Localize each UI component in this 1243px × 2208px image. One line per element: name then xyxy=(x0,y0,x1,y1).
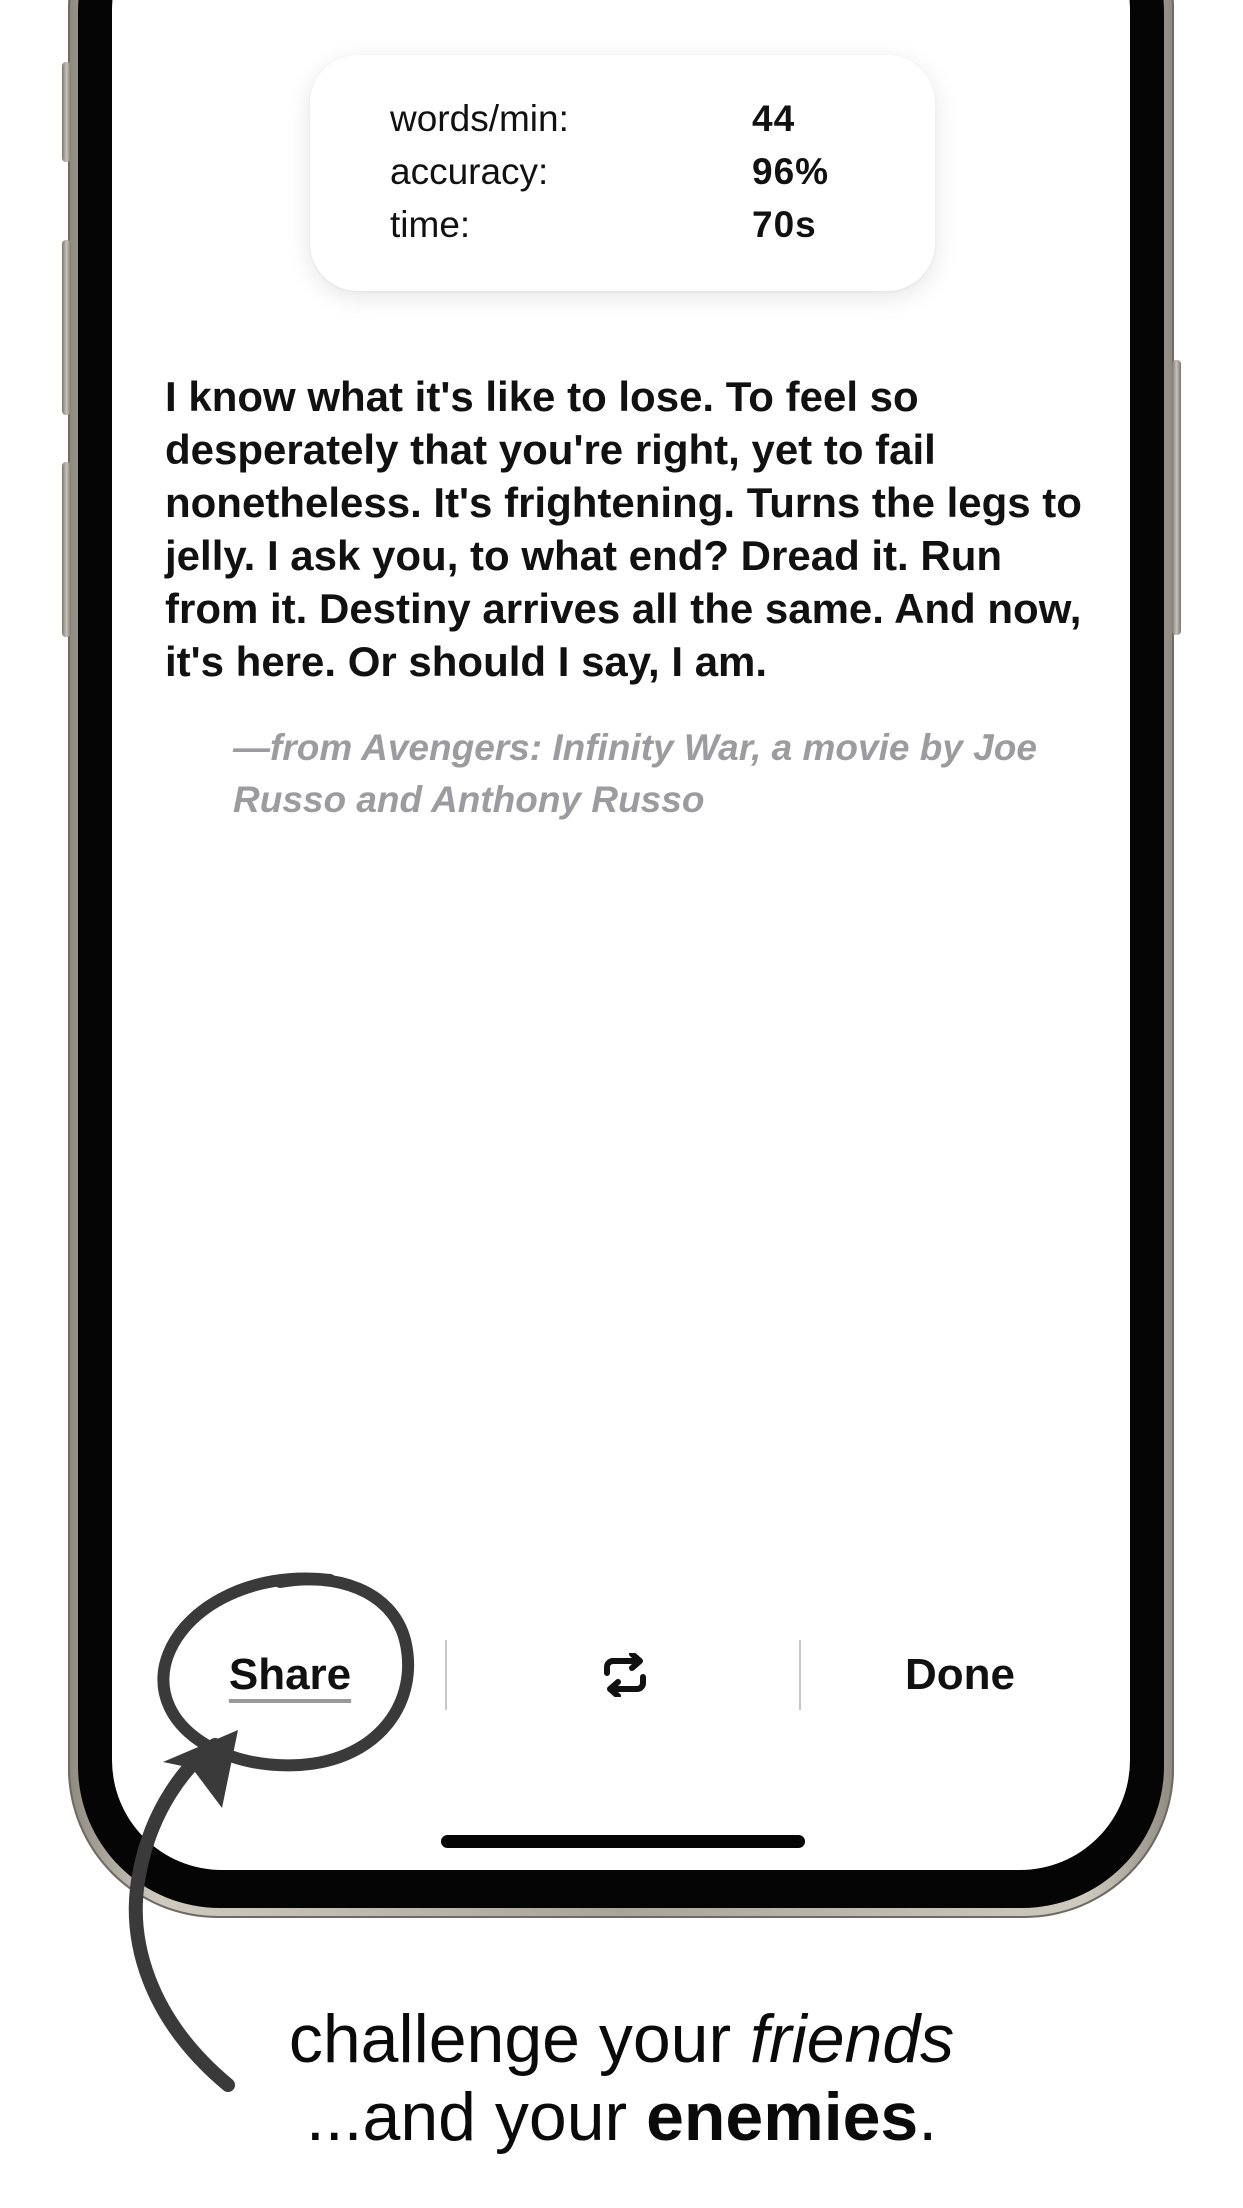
caption-text: ...and your xyxy=(305,2079,647,2155)
share-button[interactable]: Share xyxy=(185,1640,395,1710)
caption-line-1: challenge your friends xyxy=(0,2000,1243,2078)
stat-value: 96% xyxy=(752,151,830,192)
caption-line-2: ...and your enemies. xyxy=(0,2078,1243,2156)
done-button-label: Done xyxy=(905,1650,1015,1699)
stat-row-wpm: words/min: 44 xyxy=(390,93,870,145)
done-button[interactable]: Done xyxy=(870,1640,1050,1710)
caption-text: challenge your xyxy=(288,2001,751,2077)
quote-text: I know what it's like to lose. To feel s… xyxy=(165,373,1082,685)
action-button xyxy=(62,62,71,162)
repeat-icon xyxy=(604,1651,646,1699)
toolbar-divider xyxy=(445,1640,447,1710)
home-indicator xyxy=(441,1835,805,1848)
toolbar-divider xyxy=(799,1640,801,1710)
power-button xyxy=(1172,360,1181,635)
stat-row-accuracy: accuracy: 96% xyxy=(390,146,870,198)
caption-emphasis: friends xyxy=(750,2001,955,2077)
caption-strong: enemies xyxy=(646,2079,919,2155)
stats-card: words/min: 44 accuracy: 96% time: 70s xyxy=(310,55,935,291)
stat-label: time: xyxy=(390,204,471,245)
stat-label: accuracy: xyxy=(390,151,549,192)
volume-down-button xyxy=(62,462,71,637)
stat-value: 70s xyxy=(752,204,817,245)
stat-row-time: time: 70s xyxy=(390,199,870,251)
stat-label: words/min: xyxy=(390,98,569,139)
quote-source: —from Avengers: Infinity War, a movie by… xyxy=(233,727,1037,820)
repeat-button[interactable] xyxy=(580,1640,670,1710)
stat-value: 44 xyxy=(752,98,796,139)
share-button-label: Share xyxy=(228,1650,352,1699)
caption-text: . xyxy=(918,2079,938,2155)
volume-up-button xyxy=(62,240,71,415)
